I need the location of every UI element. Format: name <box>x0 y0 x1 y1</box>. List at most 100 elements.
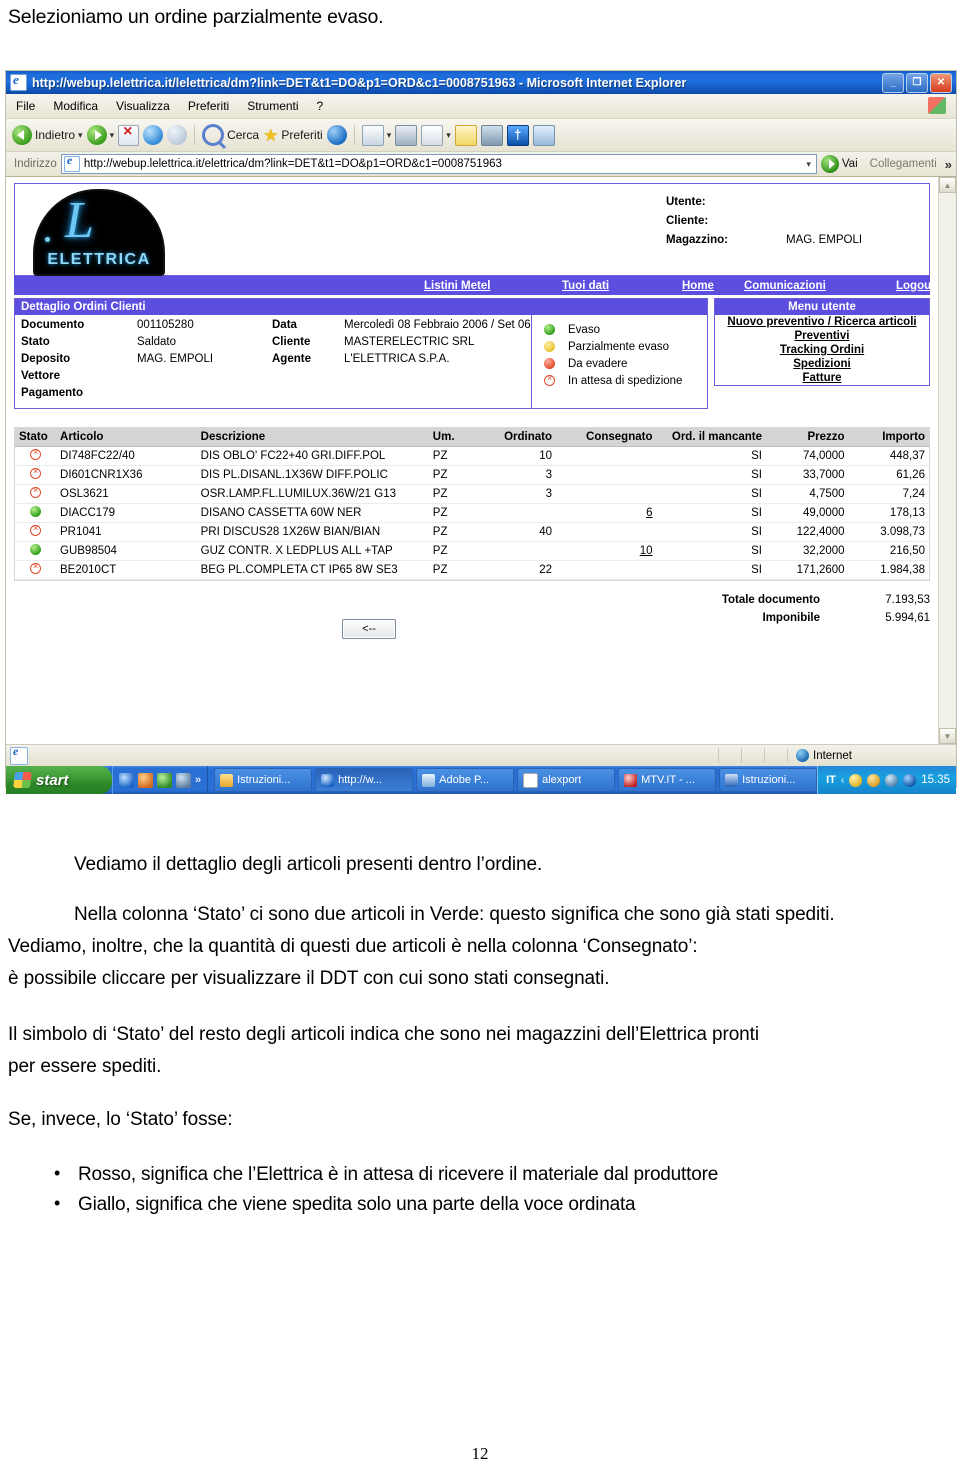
edit-chevron-down-icon[interactable]: ▾ <box>446 130 451 141</box>
taskbar-item-mtv[interactable]: MTV.IT - ... <box>618 768 717 792</box>
print-button[interactable] <box>395 124 418 146</box>
home-icon <box>167 125 188 145</box>
back-button[interactable]: Indietro ▾ <box>12 125 83 145</box>
folder-icon <box>220 773 234 787</box>
menu-item-preventivi[interactable]: Preventivi <box>715 329 929 343</box>
address-input[interactable]: http://webup.lelettrica.it/elettrica/dm?… <box>60 153 817 174</box>
minimize-button[interactable]: _ <box>882 72 904 93</box>
close-button[interactable]: ✕ <box>930 72 952 93</box>
utente-label: Utente: <box>666 195 706 208</box>
table-row[interactable]: DI748FC22/40 DIS OBLO' FC22+40 GRI.DIFF.… <box>15 446 929 466</box>
status-waiting-icon <box>30 466 41 479</box>
menu-item-tracking-ordini[interactable]: Tracking Ordini <box>715 343 929 357</box>
stop-icon <box>118 123 140 146</box>
tray-expand-chevron-icon[interactable]: ‹ <box>841 775 844 786</box>
back-button-page[interactable]: <-- <box>342 619 396 639</box>
nav-tuoi-dati[interactable]: Tuoi dati <box>562 280 609 292</box>
quicklaunch-green-icon[interactable] <box>157 772 172 788</box>
taskbar-item-browser[interactable]: http://w... <box>315 768 414 792</box>
tray-language-indicator[interactable]: IT <box>826 774 836 786</box>
stop-button[interactable] <box>118 123 140 146</box>
tray-icon-2[interactable] <box>867 773 881 787</box>
tray-icon-1[interactable] <box>849 773 863 787</box>
taskbar-item-istruzioni-word[interactable]: Istruzioni... <box>719 768 818 792</box>
scroll-up-arrow-icon[interactable]: ▲ <box>939 177 956 193</box>
home-button[interactable] <box>167 125 188 145</box>
back-history-chevron-down-icon[interactable]: ▾ <box>78 130 83 141</box>
data-label: Data <box>272 319 297 331</box>
table-row[interactable]: OSL3621 OSR.LAMP.FL.LUMILUX.36W/21 G13 P… <box>15 484 929 504</box>
go-button[interactable]: Vai <box>820 155 858 173</box>
maximize-button[interactable]: ❐ <box>906 72 928 93</box>
cell-descrizione: DIS PL.DISANL.1X36W DIFF.POLIC <box>196 465 429 485</box>
toolbar-overflow-chevron-icon[interactable]: » <box>945 157 952 172</box>
bluetooth-button[interactable]: † <box>506 124 529 146</box>
nav-logout[interactable]: Logout <box>896 280 935 292</box>
tray-bluetooth-icon[interactable] <box>903 773 917 787</box>
taskbar-item-istruzioni-folder[interactable]: Istruzioni... <box>214 768 313 792</box>
page-vertical-scrollbar[interactable]: ▲ ▼ <box>938 177 956 744</box>
nav-listini-metel[interactable]: Listini Metel <box>424 280 490 292</box>
menu-preferiti[interactable]: Preferiti <box>188 99 229 113</box>
menu-help[interactable]: ? <box>317 99 324 113</box>
edit-button[interactable]: ▾ <box>421 124 451 146</box>
quicklaunch-ie-icon[interactable] <box>119 772 134 788</box>
nav-comunicazioni[interactable]: Comunicazioni <box>744 280 826 292</box>
cell-stato <box>15 503 57 523</box>
consegnato-ddt-link[interactable]: 10 <box>640 545 653 557</box>
quicklaunch-overflow-chevron-icon[interactable]: » <box>195 774 201 786</box>
address-chevron-down-icon[interactable]: ▾ <box>803 159 814 170</box>
window-title: http://webup.lelettrica.it/lelettrica/dm… <box>32 75 687 90</box>
forward-button[interactable]: ▾ <box>86 125 115 145</box>
cell-articolo: DI601CNR1X36 <box>56 465 197 485</box>
task-label: Adobe P... <box>439 774 490 786</box>
menu-strumenti[interactable]: Strumenti <box>247 99 298 113</box>
links-label[interactable]: Collegamenti <box>870 158 937 170</box>
forward-history-chevron-down-icon[interactable]: ▾ <box>110 130 115 141</box>
table-row[interactable]: GUB98504 GUZ CONTR. X LEDPLUS ALL +TAP P… <box>15 541 929 561</box>
scroll-down-arrow-icon[interactable]: ▼ <box>939 728 956 744</box>
cell-um: PZ <box>428 560 478 580</box>
consegnato-ddt-link[interactable]: 6 <box>646 507 652 519</box>
tray-clock[interactable]: 15.35 <box>921 774 950 786</box>
history-icon <box>326 125 347 145</box>
cell-stato <box>15 522 57 542</box>
messenger-button[interactable] <box>480 124 503 146</box>
menu-item-fatture[interactable]: Fatture <box>715 371 929 385</box>
table-row[interactable]: DI601CNR1X36 DIS PL.DISANL.1X36W DIFF.PO… <box>15 465 929 485</box>
contacts-button[interactable] <box>532 124 555 146</box>
menu-file[interactable]: File <box>16 99 35 113</box>
task-label: http://w... <box>338 774 383 786</box>
menu-item-spedizioni[interactable]: Spedizioni <box>715 357 929 371</box>
mail-chevron-down-icon[interactable]: ▾ <box>387 130 392 141</box>
start-button[interactable]: start <box>6 766 112 794</box>
menu-visualizza[interactable]: Visualizza <box>116 99 170 113</box>
notes-button[interactable] <box>454 124 477 146</box>
user-menu-title: Menu utente <box>715 299 929 315</box>
table-row[interactable]: DIACC179 DISANO CASSETTA 60W NER PZ 6 SI… <box>15 503 929 523</box>
quicklaunch-opera-icon[interactable] <box>138 772 153 788</box>
table-row[interactable]: BE2010CT BEG PL.COMPLETA CT IP65 8W SE3 … <box>15 560 929 580</box>
cell-consegnato-link[interactable]: 10 <box>556 541 657 561</box>
taskbar-item-alexport[interactable]: alexport <box>517 768 616 792</box>
nav-home[interactable]: Home <box>682 280 714 292</box>
tray-icon-3[interactable] <box>885 773 899 787</box>
menu-modifica[interactable]: Modifica <box>53 99 98 113</box>
cell-consegnato-link[interactable]: 6 <box>556 503 657 523</box>
th-ordinato: Ordinato <box>477 428 557 447</box>
history-button[interactable] <box>326 125 347 145</box>
search-button[interactable]: Cerca <box>202 124 259 146</box>
statusbar-cell-1 <box>718 748 741 763</box>
table-row[interactable]: PR1041 PRI DISCUS28 1X26W BIAN/BIAN PZ 4… <box>15 522 929 542</box>
taskbar-item-adobe[interactable]: Adobe P... <box>416 768 515 792</box>
favorites-button[interactable]: ★ Preferiti <box>263 127 323 144</box>
ie-icon <box>321 773 335 787</box>
quicklaunch-blue-icon[interactable] <box>176 772 191 788</box>
refresh-button[interactable] <box>143 125 164 145</box>
bullet-block: Rosso, significa che l’Elettrica è in at… <box>8 1158 952 1220</box>
legend-parzialmente-evaso-label: Parzialmente evaso <box>568 340 669 353</box>
table-header-row: Stato Articolo Descrizione Um. Ordinato … <box>15 428 929 447</box>
menu-item-nuovo-preventivo[interactable]: Nuovo preventivo / Ricerca articoli <box>715 315 929 329</box>
mail-icon <box>361 124 384 146</box>
mail-button[interactable]: ▾ <box>361 124 392 146</box>
